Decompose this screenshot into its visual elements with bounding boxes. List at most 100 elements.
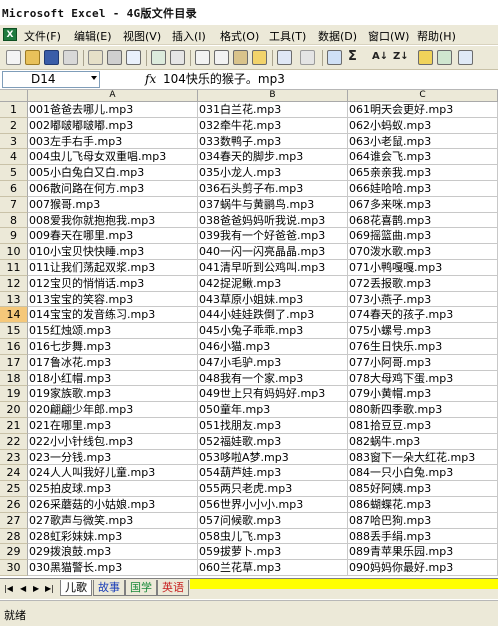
sheet-tab-gushi[interactable]: 故事 (93, 580, 125, 596)
row-header[interactable]: 21 (0, 418, 28, 434)
row-header[interactable]: 26 (0, 497, 28, 513)
cell-a[interactable]: 008爱我你就抱抱我.mp3 (28, 212, 198, 229)
cell-c[interactable]: 086蝴蝶花.mp3 (348, 497, 498, 513)
cell-a[interactable]: 019家族歌.mp3 (28, 386, 198, 403)
cell-c[interactable]: 085好阿姨.mp3 (348, 481, 498, 497)
row-header[interactable]: 20 (0, 402, 28, 418)
sheet-tab-erge[interactable]: 儿歌 (60, 580, 92, 596)
research-icon[interactable] (170, 50, 185, 65)
autosum-button[interactable]: Σ (348, 49, 357, 64)
column-header-a[interactable]: A (28, 90, 198, 102)
cell-b[interactable]: 036石头剪子布.mp3 (198, 181, 348, 197)
previous-sheet-button[interactable]: ◀ (20, 584, 26, 593)
worksheet-grid[interactable]: A B C 1 001爸爸去哪儿.mp3 031白兰花.mp3 061明天会更好.mp… (0, 90, 498, 578)
row-header[interactable]: 28 (0, 528, 28, 545)
cell-a[interactable]: 025拍皮球.mp3 (28, 481, 198, 497)
row-header[interactable]: 27 (0, 512, 28, 529)
menu-file[interactable]: 文件(F) (24, 28, 61, 44)
cell-c[interactable]: 062小蚂蚁.mp3 (348, 117, 498, 134)
row-header[interactable]: 14 (0, 307, 28, 324)
row-header[interactable]: 4 (0, 149, 28, 166)
cell-a[interactable]: 009春天在哪里.mp3 (28, 228, 198, 245)
cell-c[interactable]: 072丢报歌.mp3 (348, 275, 498, 292)
spellcheck-icon[interactable] (151, 50, 166, 65)
cell-b[interactable]: 042捉泥鳅.mp3 (198, 275, 348, 292)
cell-a[interactable]: 012宝贝的悄悄话.mp3 (28, 275, 198, 292)
cell-c[interactable]: 081拾豆豆.mp3 (348, 418, 498, 434)
cell-c[interactable]: 075小螺号.mp3 (348, 323, 498, 339)
cell-b[interactable]: 056世界小小小.mp3 (198, 497, 348, 513)
cell-b[interactable]: 034春天的脚步.mp3 (198, 149, 348, 166)
row-header[interactable]: 24 (0, 465, 28, 482)
cell-c[interactable]: 068花喜鹊.mp3 (348, 212, 498, 229)
cell-c[interactable]: 084一只小白兔.mp3 (348, 465, 498, 482)
cell-b[interactable]: 037蜗牛与黄鹂鸟.mp3 (198, 196, 348, 213)
cell-c[interactable]: 090妈妈你最好.mp3 (348, 560, 498, 576)
cell-b[interactable]: 053哆啦A梦.mp3 (198, 449, 348, 466)
cell-b[interactable]: 048我有一个家.mp3 (198, 370, 348, 387)
cell-b[interactable]: 059拔萝卜.mp3 (198, 544, 348, 561)
cell-a[interactable]: 010小宝贝快快睡.mp3 (28, 244, 198, 260)
row-header[interactable]: 10 (0, 244, 28, 260)
paste-icon[interactable] (233, 50, 248, 65)
cell-b[interactable]: 045小兔子乖乖.mp3 (198, 323, 348, 339)
cell-c[interactable]: 065亲亲我.mp3 (348, 165, 498, 181)
cell-b[interactable]: 039我有一个好爸爸.mp3 (198, 228, 348, 245)
column-header-b[interactable]: B (198, 90, 348, 102)
cell-c[interactable]: 087哈巴狗.mp3 (348, 512, 498, 529)
drawing-icon[interactable] (437, 50, 452, 65)
row-header[interactable]: 11 (0, 260, 28, 276)
cell-a[interactable]: 002嘟啵嘟啵嘟.mp3 (28, 117, 198, 134)
cell-c[interactable]: 070泼水歌.mp3 (348, 244, 498, 260)
cell-b[interactable]: 040一闪一闪亮晶晶.mp3 (198, 244, 348, 260)
cell-b[interactable]: 041清早听到公鸡叫.mp3 (198, 260, 348, 276)
cell-c[interactable]: 088丢手绢.mp3 (348, 528, 498, 545)
cell-c[interactable]: 076生日快乐.mp3 (348, 339, 498, 355)
row-header[interactable]: 7 (0, 196, 28, 213)
cell-a[interactable]: 013宝宝的笑容.mp3 (28, 291, 198, 308)
sheet-tab-guoxue[interactable]: 国学 (125, 580, 157, 596)
row-header[interactable]: 19 (0, 386, 28, 403)
cell-a[interactable]: 022小小针线包.mp3 (28, 433, 198, 450)
cell-a[interactable]: 005小白兔白又白.mp3 (28, 165, 198, 181)
print-preview-icon[interactable] (126, 50, 141, 65)
cell-c[interactable]: 071小鸭嘎嘎.mp3 (348, 260, 498, 276)
cell-c[interactable]: 080新四季歌.mp3 (348, 402, 498, 418)
row-header[interactable]: 29 (0, 544, 28, 561)
cell-b[interactable]: 060兰花草.mp3 (198, 560, 348, 576)
row-header[interactable]: 18 (0, 370, 28, 387)
cell-a[interactable]: 006散问路在何方.mp3 (28, 181, 198, 197)
cell-a[interactable]: 020翩翩少年郎.mp3 (28, 402, 198, 418)
print-icon[interactable] (107, 50, 122, 65)
menu-view[interactable]: 视图(V) (123, 28, 161, 44)
menu-edit[interactable]: 编辑(E) (74, 28, 112, 44)
cell-b[interactable]: 058虫儿飞.mp3 (198, 528, 348, 545)
cell-b[interactable]: 049世上只有妈妈好.mp3 (198, 386, 348, 403)
chevron-down-icon[interactable] (91, 76, 97, 80)
cell-b[interactable]: 046小猫.mp3 (198, 339, 348, 355)
chart-wizard-icon[interactable] (418, 50, 433, 65)
first-sheet-button[interactable]: |◀ (4, 584, 13, 593)
menu-window[interactable]: 窗口(W) (368, 28, 409, 44)
zoom-icon[interactable] (458, 50, 473, 65)
cell-b[interactable]: 057问候歌.mp3 (198, 512, 348, 529)
cell-a[interactable]: 004虫儿飞母女双重唱.mp3 (28, 149, 198, 166)
cell-a[interactable]: 023一分钱.mp3 (28, 449, 198, 466)
cell-b[interactable]: 055两只老虎.mp3 (198, 481, 348, 497)
sort-descending-button[interactable]: Z↓ (393, 51, 409, 62)
undo-icon[interactable] (277, 50, 292, 65)
column-header-c[interactable]: C (348, 90, 498, 102)
menu-help[interactable]: 帮助(H) (417, 28, 456, 44)
permission-icon[interactable] (63, 50, 78, 65)
formula-input[interactable]: 104快乐的猴子。mp3 (163, 71, 493, 88)
row-header[interactable]: 16 (0, 339, 28, 355)
name-box[interactable]: D14 (2, 71, 100, 88)
hyperlink-icon[interactable] (327, 50, 342, 65)
save-icon[interactable] (44, 50, 59, 65)
redo-icon[interactable] (300, 50, 315, 65)
cell-b[interactable]: 031白兰花.mp3 (198, 102, 348, 118)
cell-a[interactable]: 015红烛颂.mp3 (28, 323, 198, 339)
cell-c[interactable]: 078大母鸡下蛋.mp3 (348, 370, 498, 387)
cell-c[interactable]: 074春天的孩子.mp3 (348, 307, 498, 324)
menu-tools[interactable]: 工具(T) (269, 28, 306, 44)
